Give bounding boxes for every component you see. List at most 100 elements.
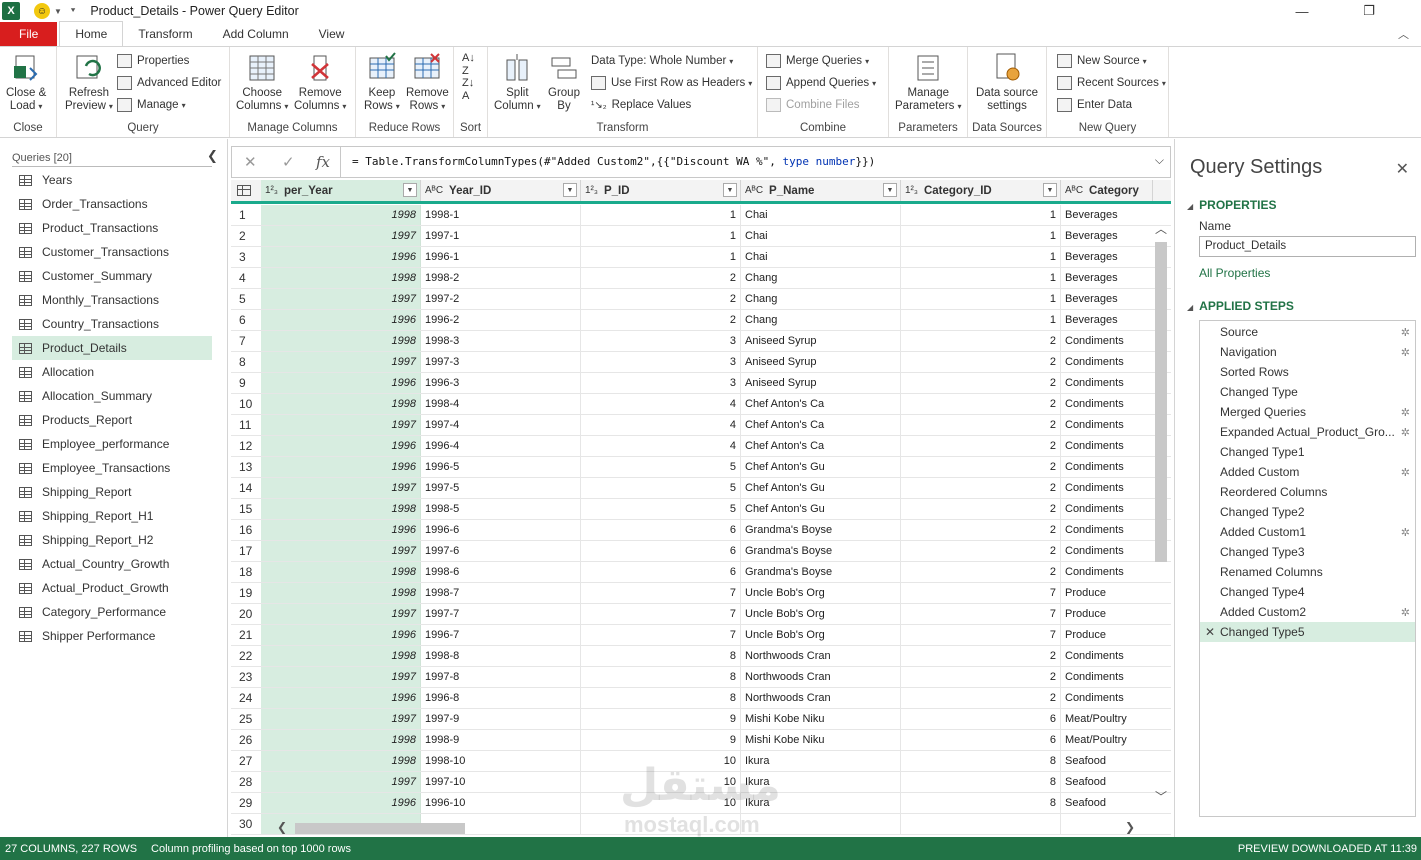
horizontal-scrollbar[interactable]: ❮ ❯	[271, 820, 1141, 836]
table-cell[interactable]: 5	[581, 478, 741, 498]
query-item[interactable]: Product_Details	[12, 336, 212, 360]
query-item[interactable]: Shipper Performance	[12, 624, 212, 648]
step-settings-gear-icon[interactable]: ✲	[1401, 426, 1410, 439]
remove-columns-button[interactable]: Remove Columns ▾	[294, 52, 346, 113]
table-cell[interactable]: 1997-7	[421, 604, 581, 624]
table-cell[interactable]: 8	[901, 751, 1061, 771]
table-row[interactable]: 23 1997 1997-8 8 Northwoods Cran 2 Condiments	[231, 667, 1171, 688]
table-cell[interactable]: Meat/Poultry	[1061, 709, 1153, 729]
table-cell[interactable]: 1997-9	[421, 709, 581, 729]
horizontal-scroll-thumb[interactable]	[295, 823, 465, 834]
tab-transform[interactable]: Transform	[123, 22, 207, 46]
table-cell[interactable]: Northwoods Cran	[741, 646, 901, 666]
row-number[interactable]: 15	[231, 499, 261, 519]
table-cell[interactable]: Chef Anton's Ca	[741, 415, 901, 435]
table-cell[interactable]: 2	[901, 478, 1061, 498]
table-cell[interactable]: Beverages	[1061, 268, 1153, 288]
fx-icon[interactable]: fx	[316, 153, 330, 171]
table-cell[interactable]: Condiments	[1061, 436, 1153, 456]
column-header[interactable]: 1²₃ P_ID ▼	[581, 180, 741, 201]
table-cell[interactable]: 2	[901, 688, 1061, 708]
table-cell[interactable]: Chef Anton's Ca	[741, 436, 901, 456]
manage-button[interactable]: Manage ▾	[117, 95, 186, 115]
query-item[interactable]: Shipping_Report	[12, 480, 212, 504]
quick-access-dropdown-icon[interactable]: ▼	[54, 7, 62, 16]
table-cell[interactable]: Aniseed Syrup	[741, 373, 901, 393]
applied-step[interactable]: Added Custom1 ✲	[1200, 522, 1415, 542]
table-cell[interactable]: Condiments	[1061, 352, 1153, 372]
table-cell[interactable]: 1	[581, 205, 741, 225]
applied-step[interactable]: Source ✲	[1200, 322, 1415, 342]
step-settings-gear-icon[interactable]: ✲	[1401, 606, 1410, 619]
query-item[interactable]: Employee_performance	[12, 432, 212, 456]
table-cell[interactable]: Chang	[741, 268, 901, 288]
close-settings-icon[interactable]: ✕	[1396, 159, 1409, 179]
table-cell[interactable]: 7	[581, 583, 741, 603]
applied-step[interactable]: Added Custom2 ✲	[1200, 602, 1415, 622]
table-cell[interactable]: 1998-8	[421, 646, 581, 666]
table-cell[interactable]: 6	[901, 730, 1061, 750]
refresh-preview-button[interactable]: Refresh Preview ▾	[65, 52, 113, 113]
table-cell[interactable]: Condiments	[1061, 646, 1153, 666]
row-number[interactable]: 12	[231, 436, 261, 456]
column-filter-icon[interactable]: ▼	[403, 183, 417, 197]
row-number[interactable]: 2	[231, 226, 261, 246]
step-settings-gear-icon[interactable]: ✲	[1401, 326, 1410, 339]
table-cell[interactable]: Chef Anton's Gu	[741, 478, 901, 498]
table-cell[interactable]: Seafood	[1061, 751, 1153, 771]
table-cell[interactable]: Condiments	[1061, 415, 1153, 435]
table-cell[interactable]: 1996-5	[421, 457, 581, 477]
table-cell[interactable]: Uncle Bob's Org	[741, 583, 901, 603]
table-cell[interactable]: 8	[581, 646, 741, 666]
applied-step[interactable]: Navigation ✲	[1200, 342, 1415, 362]
table-cell[interactable]: 8	[581, 688, 741, 708]
table-cell[interactable]: 1997	[261, 478, 421, 498]
data-source-settings-button[interactable]: Data source settings	[976, 52, 1038, 113]
sort-ascending-icon[interactable]: A↓ Z	[462, 52, 475, 78]
table-row[interactable]: 8 1997 1997-3 3 Aniseed Syrup 2 Condiments	[231, 352, 1171, 373]
table-cell[interactable]: 1997	[261, 709, 421, 729]
table-cell[interactable]: 1998-7	[421, 583, 581, 603]
remove-rows-button[interactable]: Remove Rows ▾	[406, 52, 449, 113]
table-cell[interactable]: Condiments	[1061, 499, 1153, 519]
column-type-icon[interactable]: 1²₃	[585, 185, 598, 196]
table-cell[interactable]: 4	[581, 436, 741, 456]
replace-values-button[interactable]: ¹↘₂ Replace Values	[591, 95, 691, 115]
table-menu-icon[interactable]	[237, 185, 251, 196]
table-cell[interactable]: Beverages	[1061, 247, 1153, 267]
table-cell[interactable]: Chai	[741, 205, 901, 225]
table-cell[interactable]: Beverages	[1061, 310, 1153, 330]
table-cell[interactable]: Chef Anton's Gu	[741, 457, 901, 477]
row-number[interactable]: 25	[231, 709, 261, 729]
choose-columns-button[interactable]: Choose Columns ▾	[236, 52, 288, 113]
table-cell[interactable]: 1998-4	[421, 394, 581, 414]
table-row[interactable]: 20 1997 1997-7 7 Uncle Bob's Org 7 Produce	[231, 604, 1171, 625]
query-item[interactable]: Products_Report	[12, 408, 212, 432]
table-cell[interactable]: 2	[901, 373, 1061, 393]
table-cell[interactable]: 7	[901, 604, 1061, 624]
applied-step[interactable]: Changed Type1	[1200, 442, 1415, 462]
table-cell[interactable]: 6	[581, 562, 741, 582]
applied-step[interactable]: Changed Type	[1200, 382, 1415, 402]
table-cell[interactable]: 1998-10	[421, 751, 581, 771]
table-cell[interactable]: 1996	[261, 520, 421, 540]
table-cell[interactable]: 8	[581, 667, 741, 687]
table-cell[interactable]: 1	[581, 226, 741, 246]
table-cell[interactable]: 1998	[261, 331, 421, 351]
table-cell[interactable]: Seafood	[1061, 793, 1153, 813]
table-row[interactable]: 4 1998 1998-2 2 Chang 1 Beverages	[231, 268, 1171, 289]
step-settings-gear-icon[interactable]: ✲	[1401, 466, 1410, 479]
table-cell[interactable]: 1996	[261, 688, 421, 708]
table-cell[interactable]: 1996	[261, 625, 421, 645]
row-number[interactable]: 22	[231, 646, 261, 666]
column-type-icon[interactable]: 1²₃	[905, 185, 918, 196]
table-cell[interactable]: 7	[581, 604, 741, 624]
table-cell[interactable]: 1997	[261, 541, 421, 561]
row-number[interactable]: 7	[231, 331, 261, 351]
query-item[interactable]: Shipping_Report_H1	[12, 504, 212, 528]
table-cell[interactable]: 1	[901, 289, 1061, 309]
row-number[interactable]: 23	[231, 667, 261, 687]
applied-step[interactable]: Changed Type2	[1200, 502, 1415, 522]
expand-formula-icon[interactable]: ⌵	[1155, 153, 1164, 168]
table-cell[interactable]: Produce	[1061, 604, 1153, 624]
